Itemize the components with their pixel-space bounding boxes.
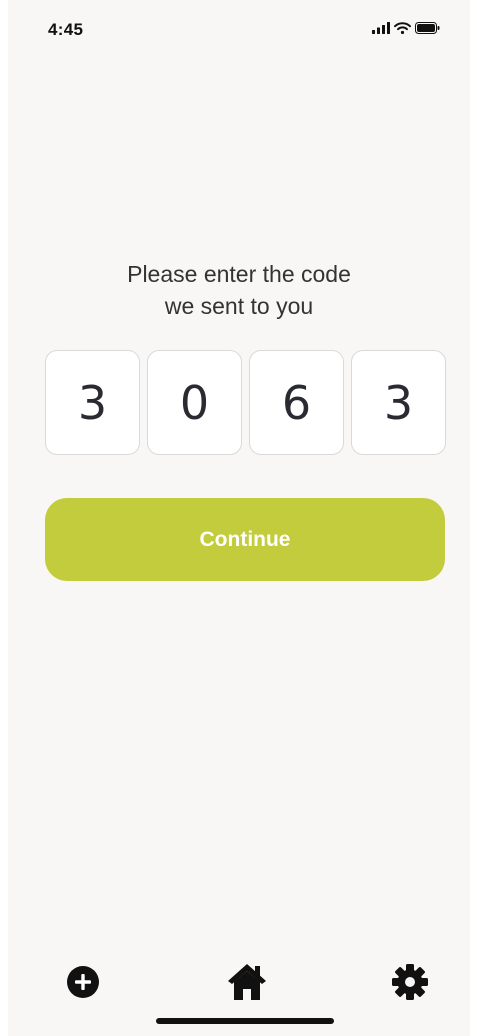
wifi-icon xyxy=(394,22,411,34)
code-digit-3[interactable]: 6 xyxy=(249,350,344,455)
prompt-line-1: Please enter the code xyxy=(127,261,351,287)
continue-button[interactable]: Continue xyxy=(45,498,445,581)
signal-icon xyxy=(372,22,390,34)
screen: 4:45 Please enter the code we sent to yo… xyxy=(8,0,470,1036)
tab-bar xyxy=(8,960,470,1010)
prompt-text: Please enter the code we sent to you xyxy=(8,258,470,322)
status-icons xyxy=(372,22,440,34)
home-indicator[interactable] xyxy=(156,1018,334,1024)
home-icon[interactable] xyxy=(225,960,269,1004)
code-input-row: 3 0 6 3 xyxy=(45,350,446,455)
code-digit-4[interactable]: 3 xyxy=(351,350,446,455)
code-digit-1[interactable]: 3 xyxy=(45,350,140,455)
battery-icon xyxy=(415,22,440,34)
status-bar: 4:45 xyxy=(8,0,470,60)
code-digit-2[interactable]: 0 xyxy=(147,350,242,455)
status-time: 4:45 xyxy=(48,20,84,39)
prompt-line-2: we sent to you xyxy=(164,293,314,319)
plus-circle-icon[interactable] xyxy=(61,960,105,1004)
gear-icon[interactable] xyxy=(388,960,432,1004)
